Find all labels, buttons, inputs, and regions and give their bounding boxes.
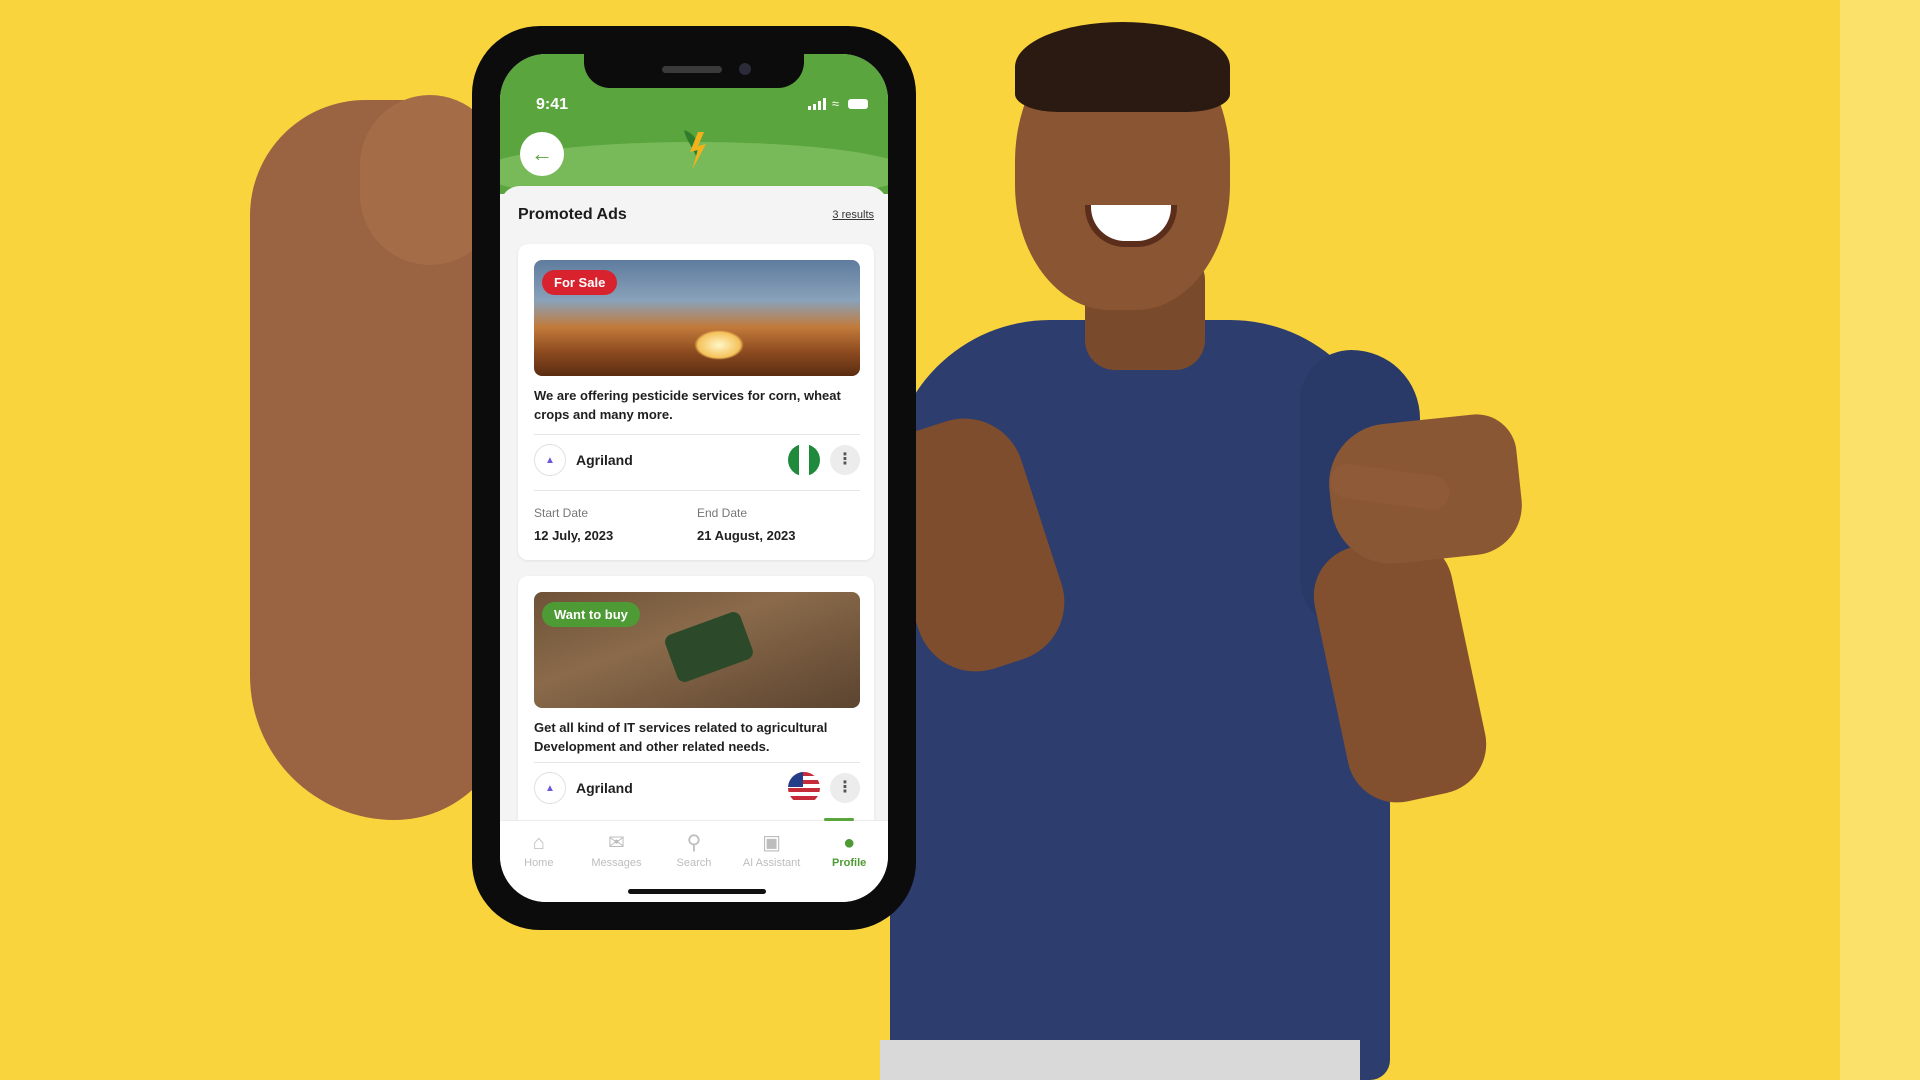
ad-description: We are offering pesticide services for c… <box>534 388 841 422</box>
ad-image-harvester: Want to buy <box>534 592 860 708</box>
tab-ai-assistant[interactable]: ▣ AI Assistant <box>735 831 809 869</box>
more-options-button[interactable]: ⋮ <box>830 445 860 475</box>
tab-search[interactable]: ⚲ Search <box>657 831 731 869</box>
tab-label: Search <box>676 857 712 869</box>
home-icon: ⌂ <box>532 832 545 854</box>
tab-profile[interactable]: ● Profile <box>812 831 886 869</box>
back-button[interactable]: ← <box>520 132 564 176</box>
arrow-left-icon: ← <box>531 141 553 166</box>
tab-messages[interactable]: ✉ Messages <box>579 831 653 869</box>
tab-label: Home <box>524 857 554 869</box>
phone-frame: 9:41 ≈ ← Promoted Ads 3 results For Sale… <box>472 26 916 930</box>
search-icon: ⚲ <box>686 832 702 854</box>
status-time: 9:41 <box>536 96 569 113</box>
ad-card[interactable]: Want to buy Get all kind of IT services … <box>518 576 874 836</box>
profile-icon: ● <box>843 832 856 854</box>
seller-name: Agriland <box>576 452 633 468</box>
more-options-button[interactable]: ⋮ <box>830 773 860 803</box>
tab-label: AI Assistant <box>742 857 801 869</box>
active-tab-indicator <box>824 818 854 821</box>
tab-home[interactable]: ⌂ Home <box>502 831 576 869</box>
divider <box>534 490 860 491</box>
front-camera <box>739 63 751 75</box>
bottom-tab-bar: ⌂ Home ✉ Messages ⚲ Search ▣ AI Assistan… <box>500 818 888 902</box>
divider <box>534 434 860 435</box>
seller-name: Agriland <box>576 780 633 796</box>
ad-description: Get all kind of IT services related to a… <box>534 720 828 754</box>
results-count-link[interactable]: 3 results <box>832 209 874 221</box>
nigeria-flag-icon <box>788 444 820 476</box>
sun-glow <box>694 330 744 360</box>
home-indicator <box>628 889 766 894</box>
end-date-block: End Date 21 August, 2023 <box>697 506 860 543</box>
seller-logo-icon: ▲ <box>534 772 566 804</box>
divider <box>534 762 860 763</box>
ad-badge-want-to-buy: Want to buy <box>542 602 640 627</box>
app-leaf-logo <box>684 130 706 170</box>
list-title: Promoted Ads <box>518 206 627 223</box>
wifi-icon: ≈ <box>831 96 842 111</box>
ad-image-wheat-field: For Sale <box>534 260 860 376</box>
person-hair <box>1015 22 1230 112</box>
seller-row: ▲ Agriland ⋮ <box>534 444 860 476</box>
usa-flag-icon <box>788 772 820 804</box>
harvester-shape <box>662 609 756 685</box>
battery-icon <box>848 98 868 109</box>
ad-card[interactable]: For Sale We are offering pesticide servi… <box>518 244 874 560</box>
phone-notch <box>584 54 804 88</box>
messages-icon: ✉ <box>608 832 625 854</box>
robot-icon: ▣ <box>762 832 782 854</box>
seller-row: ▲ Agriland ⋮ <box>534 772 860 804</box>
tab-label: Messages <box>591 857 642 869</box>
start-date-value: 12 July, 2023 <box>534 528 614 543</box>
signal-icon <box>807 97 826 110</box>
list-header: Promoted Ads 3 results <box>518 206 874 224</box>
end-date-value: 21 August, 2023 <box>697 528 796 543</box>
tab-label: Profile <box>832 857 867 869</box>
status-icons: ≈ <box>807 96 868 111</box>
ads-list: Promoted Ads 3 results For Sale We are o… <box>500 186 888 836</box>
end-date-label: End Date <box>697 506 748 520</box>
start-date-block: Start Date 12 July, 2023 <box>534 506 697 543</box>
person-jeans <box>880 1040 1360 1080</box>
seller-logo-icon: ▲ <box>534 444 566 476</box>
speaker-grill <box>662 66 722 73</box>
ad-dates: Start Date 12 July, 2023 End Date 21 Aug… <box>534 506 860 543</box>
ad-badge-for-sale: For Sale <box>542 270 618 295</box>
start-date-label: Start Date <box>534 506 589 520</box>
phone-screen: 9:41 ≈ ← Promoted Ads 3 results For Sale… <box>500 54 888 902</box>
